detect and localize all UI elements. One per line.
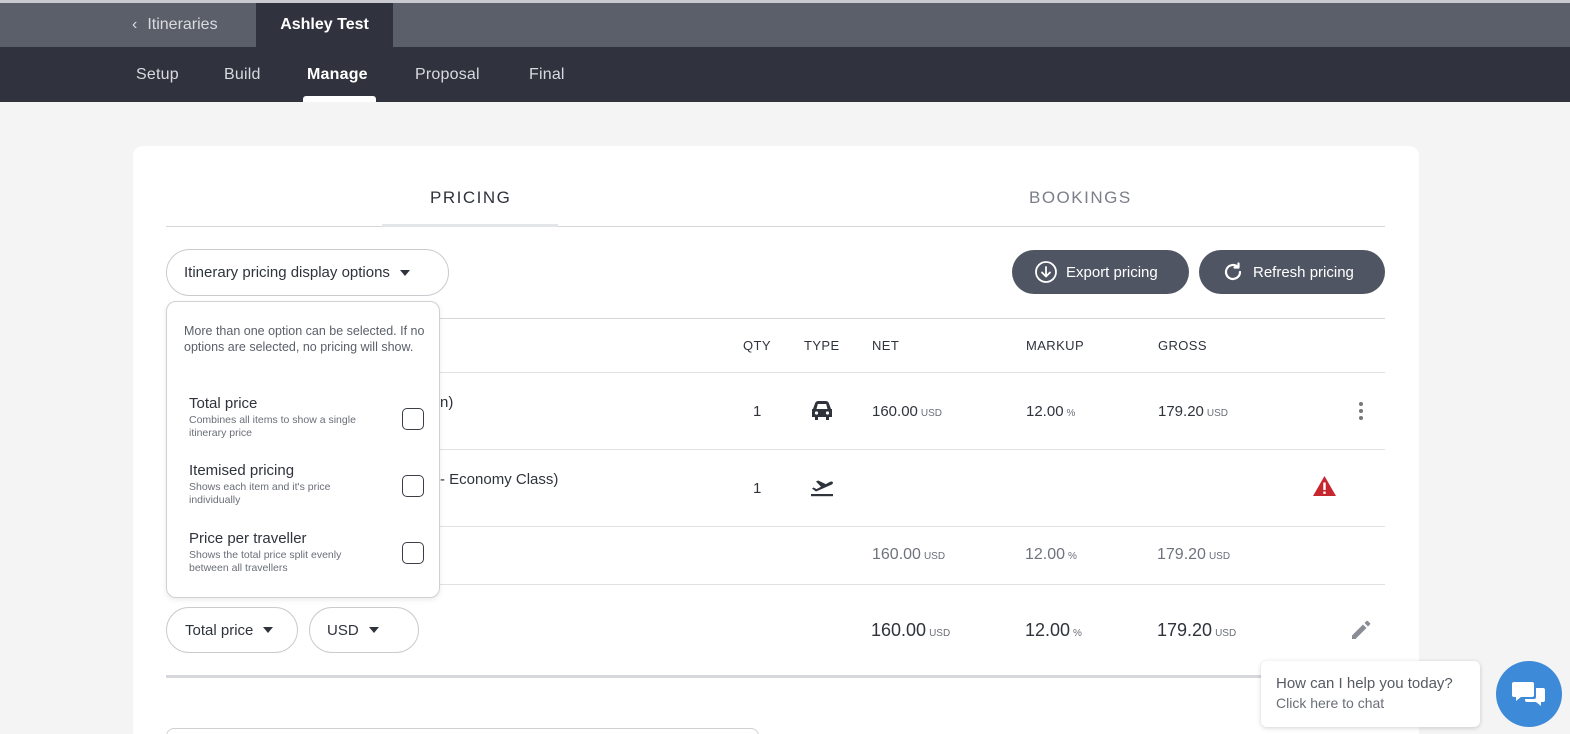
row-divider <box>440 449 1385 450</box>
tab-pricing[interactable]: PRICING <box>430 188 511 208</box>
currency-select[interactable]: USD <box>309 607 419 653</box>
caret-down-icon <box>368 627 379 633</box>
net-unit: USD <box>920 408 943 419</box>
total-markup-unit: % <box>1073 628 1082 639</box>
total-net-unit: USD <box>929 628 951 639</box>
caret-down-icon <box>263 627 274 633</box>
row-divider <box>440 526 1385 527</box>
header-net: NET <box>872 338 900 353</box>
pencil-icon[interactable] <box>1350 619 1372 641</box>
refresh-icon <box>1224 262 1242 281</box>
subtotal-net-unit: USD <box>923 551 946 562</box>
chat-bubbles-icon <box>1512 682 1545 706</box>
header-gross: GROSS <box>1158 338 1207 353</box>
active-tab-indicator <box>303 96 376 102</box>
row-net: 160.00 USD <box>872 403 942 420</box>
total-net: 160.00 USD <box>871 620 950 641</box>
option-total-price[interactable]: Total price Combines all items to show a… <box>189 395 429 440</box>
row-markup: 12.00% <box>1026 403 1075 420</box>
tab-setup[interactable]: Setup <box>136 47 179 102</box>
total-markup: 12.00% <box>1025 620 1082 641</box>
export-pricing-label: Export pricing <box>1066 263 1158 281</box>
refresh-pricing-label: Refresh pricing <box>1253 263 1354 281</box>
option-title: Itemised pricing <box>189 462 295 479</box>
total-gross: 179.20 USD <box>1157 620 1236 641</box>
row-gross: 179.20 USD <box>1158 403 1228 420</box>
currency-label: USD <box>327 621 359 639</box>
option-itemised-pricing[interactable]: Itemised pricing Shows each item and it'… <box>189 462 429 507</box>
subtotal-net: 160.00 USD <box>872 546 945 564</box>
warning-icon[interactable] <box>1312 475 1337 497</box>
row-item-name: n) <box>440 394 454 411</box>
subtotal-markup-value: 12.00 <box>1025 546 1066 563</box>
back-to-itineraries-link[interactable]: ‹ Itineraries <box>132 3 218 47</box>
itemised-pricing-checkbox[interactable] <box>402 475 424 497</box>
back-label: Itineraries <box>147 16 218 33</box>
tab-proposal[interactable]: Proposal <box>415 47 480 102</box>
tab-manage[interactable]: Manage <box>307 47 368 102</box>
row-qty: 1 <box>753 403 762 420</box>
chat-prompt-title: How can I help you today? <box>1276 675 1453 692</box>
chat-launcher-button[interactable] <box>1496 661 1562 727</box>
price-per-traveller-checkbox[interactable] <box>402 542 424 564</box>
caret-down-icon <box>399 269 410 276</box>
options-help-text: More than one option can be selected. If… <box>184 324 425 354</box>
net-value: 160.00 <box>872 403 918 420</box>
tab-build[interactable]: Build <box>224 47 261 102</box>
subtotal-markup-unit: % <box>1068 551 1077 562</box>
option-description: Shows each item and it's price individua… <box>189 481 331 506</box>
gross-unit: USD <box>1206 408 1229 419</box>
total-gross-unit: USD <box>1215 628 1237 639</box>
subtotal-markup: 12.00% <box>1025 546 1077 564</box>
more-vertical-icon[interactable] <box>1355 401 1367 421</box>
notes-field[interactable] <box>166 728 759 734</box>
total-gross-value: 179.20 <box>1157 620 1213 640</box>
header-qty: QTY <box>743 338 771 353</box>
export-pricing-button[interactable]: Export pricing <box>1012 250 1189 294</box>
option-price-per-traveller[interactable]: Price per traveller Shows the total pric… <box>189 530 429 575</box>
table-top-rule <box>440 318 1385 319</box>
current-itinerary-title: Ashley Test <box>256 3 393 47</box>
download-circle-icon <box>1035 261 1057 283</box>
chevron-left-icon: ‹ <box>132 16 138 33</box>
tab-bookings[interactable]: BOOKINGS <box>1029 188 1132 208</box>
total-price-checkbox[interactable] <box>402 408 424 430</box>
refresh-pricing-button[interactable]: Refresh pricing <box>1199 250 1385 294</box>
markup-value: 12.00 <box>1026 403 1064 420</box>
breadcrumb: ‹ Itineraries Ashley Test <box>0 3 1570 47</box>
option-description: Shows the total price split evenly betwe… <box>189 549 342 574</box>
option-title: Total price <box>189 395 258 412</box>
option-title: Price per traveller <box>189 530 307 547</box>
header-markup: MARKUP <box>1026 338 1085 353</box>
tab-final[interactable]: Final <box>529 47 565 102</box>
tabs-divider <box>166 226 1385 227</box>
subtotal-gross-value: 179.20 <box>1157 546 1206 563</box>
price-type-select[interactable]: Total price <box>166 607 298 653</box>
total-markup-value: 12.00 <box>1025 620 1071 640</box>
row-divider <box>440 372 1385 373</box>
row-qty: 1 <box>753 480 762 497</box>
display-options-label: Itinerary pricing display options <box>184 264 390 281</box>
subtotal-gross-unit: USD <box>1208 551 1231 562</box>
workflow-nav: Setup Build Manage Proposal Final <box>0 47 1570 102</box>
chat-prompt-subtitle: Click here to chat <box>1276 695 1385 711</box>
total-net-value: 160.00 <box>871 620 927 640</box>
chat-prompt-bubble[interactable]: How can I help you today? Click here to … <box>1261 661 1480 727</box>
pricing-display-options-menu: More than one option can be selected. If… <box>166 301 440 598</box>
markup-unit: % <box>1066 408 1076 419</box>
gross-value: 179.20 <box>1158 403 1204 420</box>
plane-departure-icon <box>811 480 833 497</box>
pricing-display-options-dropdown[interactable]: Itinerary pricing display options <box>166 249 449 296</box>
subtotal-net-value: 160.00 <box>872 546 921 563</box>
pricing-tab-indicator <box>382 224 558 227</box>
table-bottom-rule <box>166 675 1385 678</box>
subtotal-gross: 179.20 USD <box>1157 546 1230 564</box>
price-type-label: Total price <box>185 621 254 639</box>
option-description: Combines all items to show a single itin… <box>189 414 356 439</box>
header-type: TYPE <box>804 338 840 353</box>
car-icon <box>812 401 832 420</box>
row-item-name: - Economy Class) <box>440 471 559 488</box>
